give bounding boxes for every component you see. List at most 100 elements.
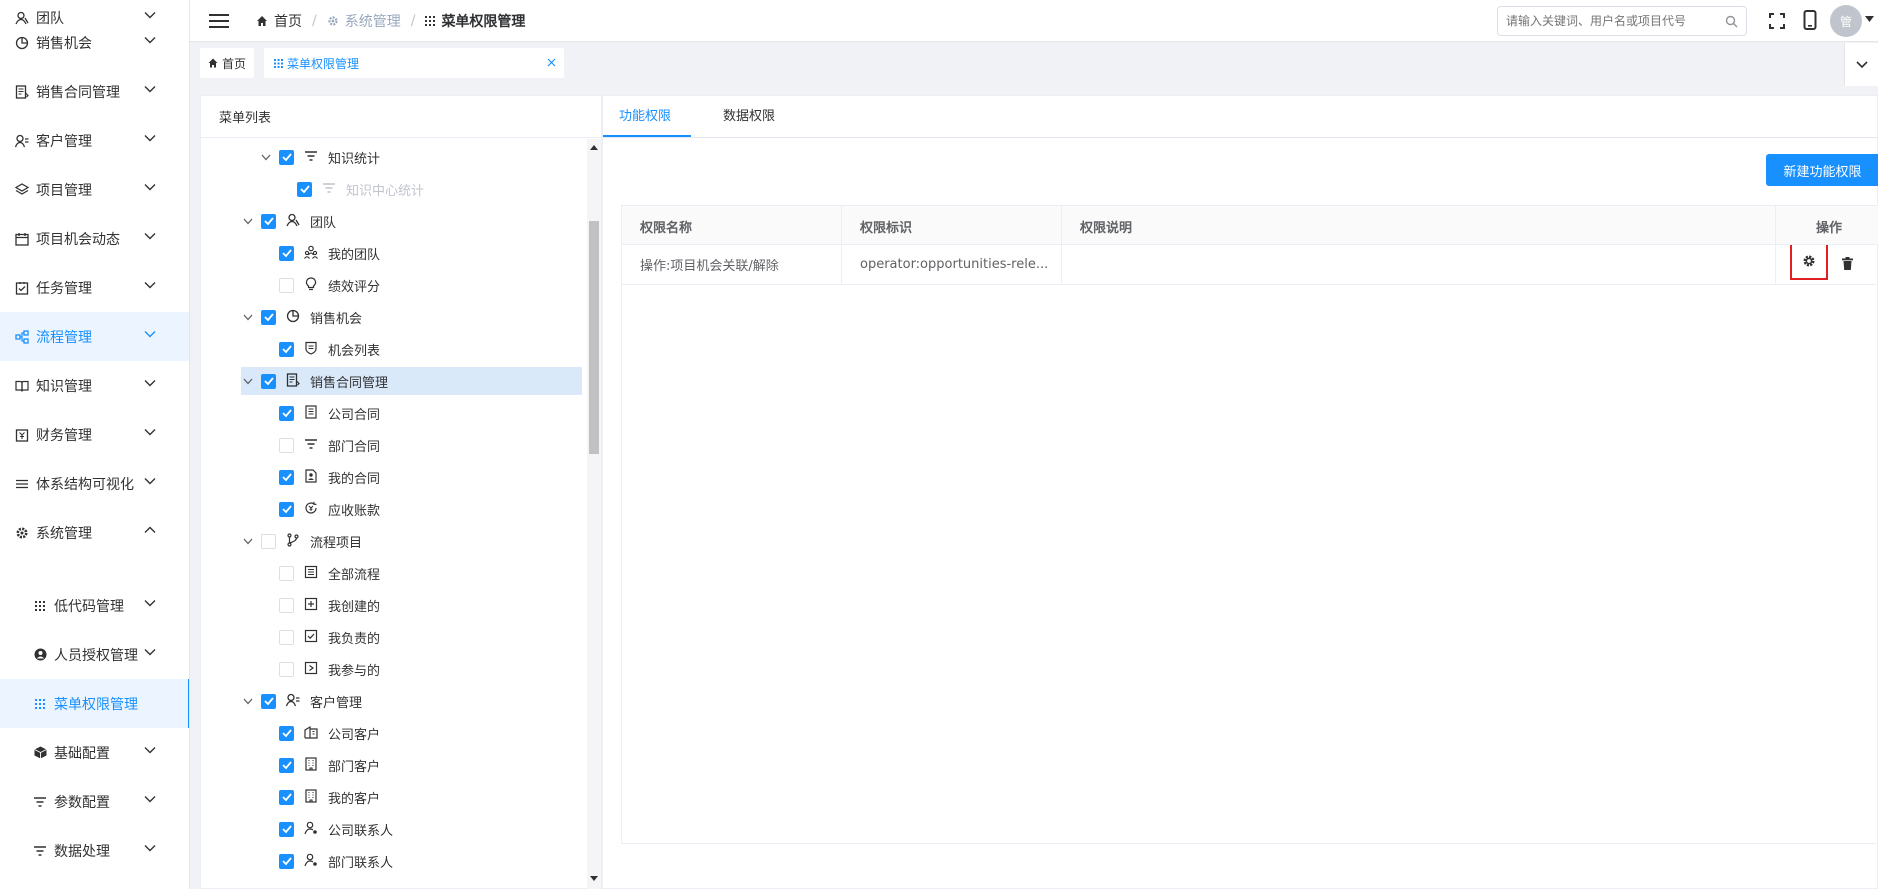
sidebar-item-5[interactable]: 项目机会动态 bbox=[0, 214, 189, 263]
fullscreen-icon[interactable] bbox=[1768, 12, 1786, 30]
tab-home[interactable]: 首页 bbox=[200, 48, 254, 78]
tree-checkbox[interactable] bbox=[261, 533, 276, 549]
mobile-icon[interactable] bbox=[1803, 10, 1817, 30]
sidebar-item-11[interactable]: 系统管理 bbox=[0, 508, 189, 557]
breadcrumb-system[interactable]: 系统管理 bbox=[345, 11, 401, 31]
scroll-up-icon[interactable] bbox=[590, 145, 598, 150]
tree-node[interactable]: 我参与的 bbox=[259, 655, 380, 683]
sidebar-item-9[interactable]: 财务管理 bbox=[0, 410, 189, 459]
tree-checkbox[interactable] bbox=[279, 277, 294, 293]
tree-checkbox[interactable] bbox=[279, 437, 294, 453]
caret-down-icon[interactable] bbox=[1865, 16, 1874, 22]
tree-checkbox[interactable] bbox=[279, 149, 294, 165]
chevron-down-icon bbox=[144, 36, 158, 50]
layers-icon bbox=[14, 182, 30, 198]
chevron-down-icon bbox=[144, 183, 158, 197]
sidebar-subitem-3[interactable]: 基础配置 bbox=[0, 728, 189, 777]
tree-node[interactable]: 流程项目 bbox=[241, 527, 362, 555]
expand-arrow-icon[interactable] bbox=[259, 150, 273, 164]
tree-node[interactable]: 全部流程 bbox=[259, 559, 380, 587]
breadcrumb-home[interactable]: 首页 bbox=[274, 11, 302, 31]
expand-arrow-icon[interactable] bbox=[241, 694, 255, 708]
tree-checkbox[interactable] bbox=[279, 757, 294, 773]
hamburger-icon[interactable] bbox=[208, 12, 230, 30]
doc-icon bbox=[304, 405, 320, 421]
tab-menu-permission[interactable]: 菜单权限管理 bbox=[264, 48, 564, 78]
sidebar-item-4[interactable]: 项目管理 bbox=[0, 165, 189, 214]
tree-checkbox[interactable] bbox=[279, 501, 294, 517]
tree-checkbox[interactable] bbox=[279, 789, 294, 805]
sidebar-item-6[interactable]: 任务管理 bbox=[0, 263, 189, 312]
new-function-permission-button[interactable]: 新建功能权限 bbox=[1766, 154, 1878, 186]
expand-arrow-icon[interactable] bbox=[241, 214, 255, 228]
scrollbar-thumb[interactable] bbox=[589, 221, 599, 454]
delete-button[interactable] bbox=[1842, 257, 1853, 270]
tree-checkbox[interactable] bbox=[261, 693, 276, 709]
sidebar-item-7[interactable]: 流程管理 bbox=[0, 312, 189, 361]
tree-node[interactable]: 部门合同 bbox=[259, 431, 380, 459]
tree-checkbox[interactable] bbox=[279, 821, 294, 837]
sidebar-subitem-0[interactable]: 低代码管理 bbox=[0, 581, 189, 630]
tree-checkbox[interactable] bbox=[261, 213, 276, 229]
tree-checkbox[interactable] bbox=[279, 597, 294, 613]
tree-node[interactable]: 我负责的 bbox=[259, 623, 380, 651]
tree-checkbox[interactable] bbox=[261, 309, 276, 325]
avatar[interactable]: 管 bbox=[1830, 5, 1862, 37]
tree-node[interactable]: 知识中心统计 bbox=[277, 175, 424, 203]
scroll-down-icon[interactable] bbox=[590, 876, 598, 881]
tree-checkbox[interactable] bbox=[279, 469, 294, 485]
expand-arrow-icon[interactable] bbox=[241, 374, 255, 388]
search-box[interactable] bbox=[1497, 6, 1747, 36]
close-icon[interactable] bbox=[547, 58, 556, 67]
tree-node[interactable]: 团队 bbox=[241, 207, 336, 235]
tree-checkbox[interactable] bbox=[279, 661, 294, 677]
tree-checkbox[interactable] bbox=[279, 853, 294, 869]
tree-node[interactable]: 销售机会 bbox=[241, 303, 362, 331]
tree-node[interactable]: 部门客户 bbox=[259, 751, 380, 779]
sidebar-item-3[interactable]: 客户管理 bbox=[0, 116, 189, 165]
tree-node[interactable]: 我的合同 bbox=[259, 463, 380, 491]
tree-checkbox[interactable] bbox=[279, 245, 294, 261]
tree-checkbox[interactable] bbox=[279, 341, 294, 357]
tree-node[interactable]: 应收账款 bbox=[259, 495, 380, 523]
tree-checkbox[interactable] bbox=[297, 181, 312, 197]
tree-node[interactable]: 我创建的 bbox=[259, 591, 380, 619]
tabs-dropdown-button[interactable] bbox=[1844, 43, 1878, 86]
tree-node[interactable]: 机会列表 bbox=[259, 335, 380, 363]
tree-node[interactable]: 知识统计 bbox=[259, 143, 380, 171]
tree-node[interactable]: 公司合同 bbox=[259, 399, 380, 427]
tab-function-permission[interactable]: 功能权限 bbox=[619, 96, 671, 138]
sidebar-item-label: 系统管理 bbox=[36, 525, 92, 542]
sidebar-subitem-label: 参数配置 bbox=[54, 794, 110, 811]
tree-checkbox[interactable] bbox=[261, 373, 276, 389]
search-input[interactable] bbox=[1506, 14, 1711, 28]
settings-button[interactable] bbox=[1790, 245, 1828, 280]
tab-data-permission[interactable]: 数据权限 bbox=[723, 96, 775, 138]
sidebar-item-10[interactable]: 体系结构可视化 bbox=[0, 459, 189, 508]
tree-checkbox[interactable] bbox=[279, 629, 294, 645]
tree-node[interactable]: 销售合同管理 bbox=[241, 367, 582, 395]
sidebar-item-8[interactable]: 知识管理 bbox=[0, 361, 189, 410]
sidebar-subitem-1[interactable]: 人员授权管理 bbox=[0, 630, 189, 679]
sidebar-subitem-2[interactable]: 菜单权限管理 bbox=[0, 679, 189, 728]
tree-checkbox[interactable] bbox=[279, 565, 294, 581]
company-icon bbox=[304, 725, 320, 741]
sidebar-subitem-4[interactable]: 参数配置 bbox=[0, 777, 189, 826]
tree-scrollbar[interactable] bbox=[587, 139, 601, 889]
tree-node[interactable]: 部门联系人 bbox=[259, 847, 393, 875]
tree-node[interactable]: 绩效评分 bbox=[259, 271, 380, 299]
tree-node[interactable]: 公司联系人 bbox=[259, 815, 393, 843]
tree-scroll-area[interactable]: 知识统计知识中心统计团队我的团队绩效评分销售机会机会列表销售合同管理公司合同部门… bbox=[201, 139, 585, 889]
tree-checkbox[interactable] bbox=[279, 405, 294, 421]
tree-node[interactable]: 客户管理 bbox=[241, 687, 362, 715]
sidebar-subitem-5[interactable]: 数据处理 bbox=[0, 826, 189, 875]
search-icon[interactable] bbox=[1725, 15, 1738, 28]
sidebar-item-2[interactable]: 销售合同管理 bbox=[0, 67, 189, 116]
tree-node[interactable]: 我的客户 bbox=[259, 783, 380, 811]
tree-node[interactable]: 公司客户 bbox=[259, 719, 380, 747]
sidebar-item-1[interactable]: 销售机会 bbox=[0, 18, 189, 67]
expand-arrow-icon[interactable] bbox=[241, 310, 255, 324]
tree-checkbox[interactable] bbox=[279, 725, 294, 741]
expand-arrow-icon[interactable] bbox=[241, 534, 255, 548]
tree-node[interactable]: 我的团队 bbox=[259, 239, 380, 267]
